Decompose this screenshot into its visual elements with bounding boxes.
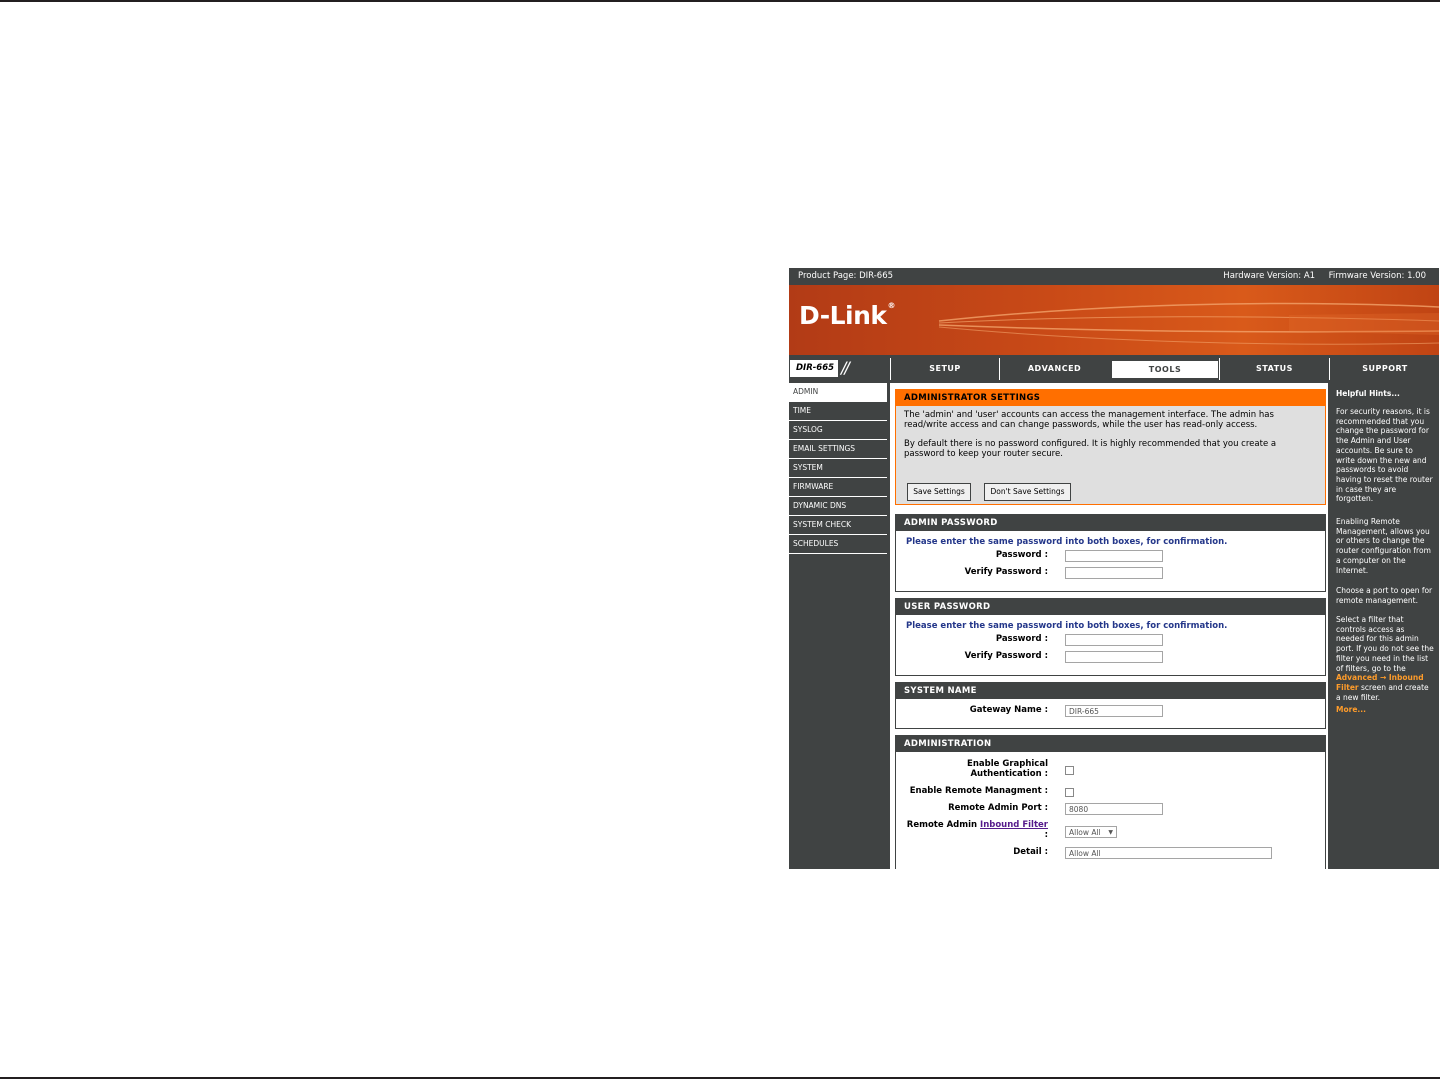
chevron-down-icon: ▼	[1108, 829, 1113, 836]
admin-password-instruction: Please enter the same password into both…	[906, 537, 1228, 547]
inbound-filter-select[interactable]: Allow All ▼	[1065, 826, 1117, 838]
version-info: Hardware Version: A1 Firmware Version: 1…	[1223, 271, 1426, 281]
sidebar-item-dynamic-dns[interactable]: DYNAMIC DNS	[789, 497, 887, 516]
graphical-auth-label: Enable Graphical Authentication :	[967, 759, 1048, 779]
gateway-name-label: Gateway Name :	[969, 705, 1048, 715]
administrator-settings-panel: ADMINISTRATOR SETTINGS The 'admin' and '…	[895, 389, 1326, 505]
user-password-input[interactable]	[1065, 634, 1163, 646]
detail-field: Allow All	[1065, 847, 1272, 859]
remote-admin-port-label: Remote Admin Port :	[948, 803, 1048, 813]
administration-title: ADMINISTRATION	[896, 736, 1325, 752]
router-admin-screenshot: Product Page: DIR-665 Hardware Version: …	[789, 268, 1439, 869]
admin-password-label: Password :	[995, 550, 1048, 560]
sidebar: ADMIN TIME SYSLOG EMAIL SETTINGS SYSTEM …	[789, 383, 889, 554]
inbound-filter-link[interactable]: Inbound Filter	[980, 820, 1048, 830]
admin-intro-text: The 'admin' and 'user' accounts can acce…	[904, 410, 1274, 430]
administrator-settings-title: ADMINISTRATOR SETTINGS	[896, 390, 1325, 406]
main-nav: DIR-665 // SETUP ADVANCED TOOLS STATUS S…	[789, 357, 1439, 381]
admin-password-title: ADMIN PASSWORD	[896, 515, 1325, 531]
main-content: ADMINISTRATOR SETTINGS The 'admin' and '…	[890, 383, 1328, 869]
hint-port: Choose a port to open for remote managem…	[1336, 586, 1433, 605]
tab-setup[interactable]: SETUP	[890, 358, 999, 380]
tab-support[interactable]: SUPPORT	[1329, 358, 1439, 380]
system-name-title: SYSTEM NAME	[896, 683, 1325, 699]
sidebar-item-time[interactable]: TIME	[789, 402, 887, 421]
admin-verify-password-label: Verify Password :	[964, 567, 1048, 577]
inbound-filter-label: Remote Admin Inbound Filter:	[906, 820, 1048, 840]
sidebar-item-schedules[interactable]: SCHEDULES	[789, 535, 887, 554]
remote-admin-port-input[interactable]: 8080	[1065, 803, 1163, 815]
system-name-panel: SYSTEM NAME Gateway Name : DIR-665	[895, 682, 1326, 729]
slash-decoration: //	[841, 358, 850, 377]
model-badge: DIR-665	[790, 360, 838, 377]
hint-passwords: For security reasons, it is recommended …	[1336, 407, 1433, 504]
tab-advanced[interactable]: ADVANCED	[999, 358, 1109, 380]
dont-save-settings-button[interactable]: Don't Save Settings	[984, 483, 1071, 501]
user-password-panel: USER PASSWORD Please enter the same pass…	[895, 598, 1326, 676]
sidebar-item-admin[interactable]: ADMIN	[789, 383, 887, 402]
detail-label: Detail :	[1013, 847, 1048, 857]
tab-tools[interactable]: TOOLS	[1111, 360, 1219, 379]
dlink-logo: D-Link®	[799, 301, 896, 330]
admin-password-panel: ADMIN PASSWORD Please enter the same pas…	[895, 514, 1326, 592]
page-bottom-rule	[0, 1077, 1440, 1079]
top-info-bar: Product Page: DIR-665 Hardware Version: …	[789, 268, 1439, 285]
sidebar-item-firmware[interactable]: FIRMWARE	[789, 478, 887, 497]
tab-status[interactable]: STATUS	[1219, 358, 1329, 380]
sidebar-item-system-check[interactable]: SYSTEM CHECK	[789, 516, 887, 535]
gateway-name-input[interactable]: DIR-665	[1065, 705, 1163, 717]
helpful-hints-panel: Helpful Hints... For security reasons, i…	[1330, 383, 1439, 869]
graphical-auth-checkbox[interactable]	[1065, 766, 1074, 775]
user-password-title: USER PASSWORD	[896, 599, 1325, 615]
page-top-rule	[0, 0, 1440, 2]
user-verify-password-label: Verify Password :	[964, 651, 1048, 661]
administration-panel: ADMINISTRATION Enable Graphical Authentic…	[895, 735, 1326, 869]
user-verify-password-input[interactable]	[1065, 651, 1163, 663]
remote-management-checkbox[interactable]	[1065, 788, 1074, 797]
remote-management-label: Enable Remote Managment :	[909, 786, 1048, 796]
hint-inbound-filter: Select a filter that controls access as …	[1336, 615, 1434, 702]
sidebar-item-syslog[interactable]: SYSLOG	[789, 421, 887, 440]
sidebar-item-system[interactable]: SYSTEM	[789, 459, 887, 478]
brand-banner: D-Link®	[789, 285, 1439, 355]
save-settings-button[interactable]: Save Settings	[907, 483, 971, 501]
admin-default-text: By default there is no password configur…	[904, 439, 1277, 459]
admin-password-input[interactable]	[1065, 550, 1163, 562]
hint-remote-management: Enabling Remote Management, allows you o…	[1336, 517, 1431, 575]
hints-title: Helpful Hints...	[1336, 389, 1400, 398]
sidebar-item-email-settings[interactable]: EMAIL SETTINGS	[789, 440, 887, 459]
hints-more-link[interactable]: More...	[1336, 705, 1366, 715]
admin-verify-password-input[interactable]	[1065, 567, 1163, 579]
product-page-label[interactable]: Product Page: DIR-665	[798, 268, 893, 285]
user-password-instruction: Please enter the same password into both…	[906, 621, 1228, 631]
user-password-label: Password :	[995, 634, 1048, 644]
